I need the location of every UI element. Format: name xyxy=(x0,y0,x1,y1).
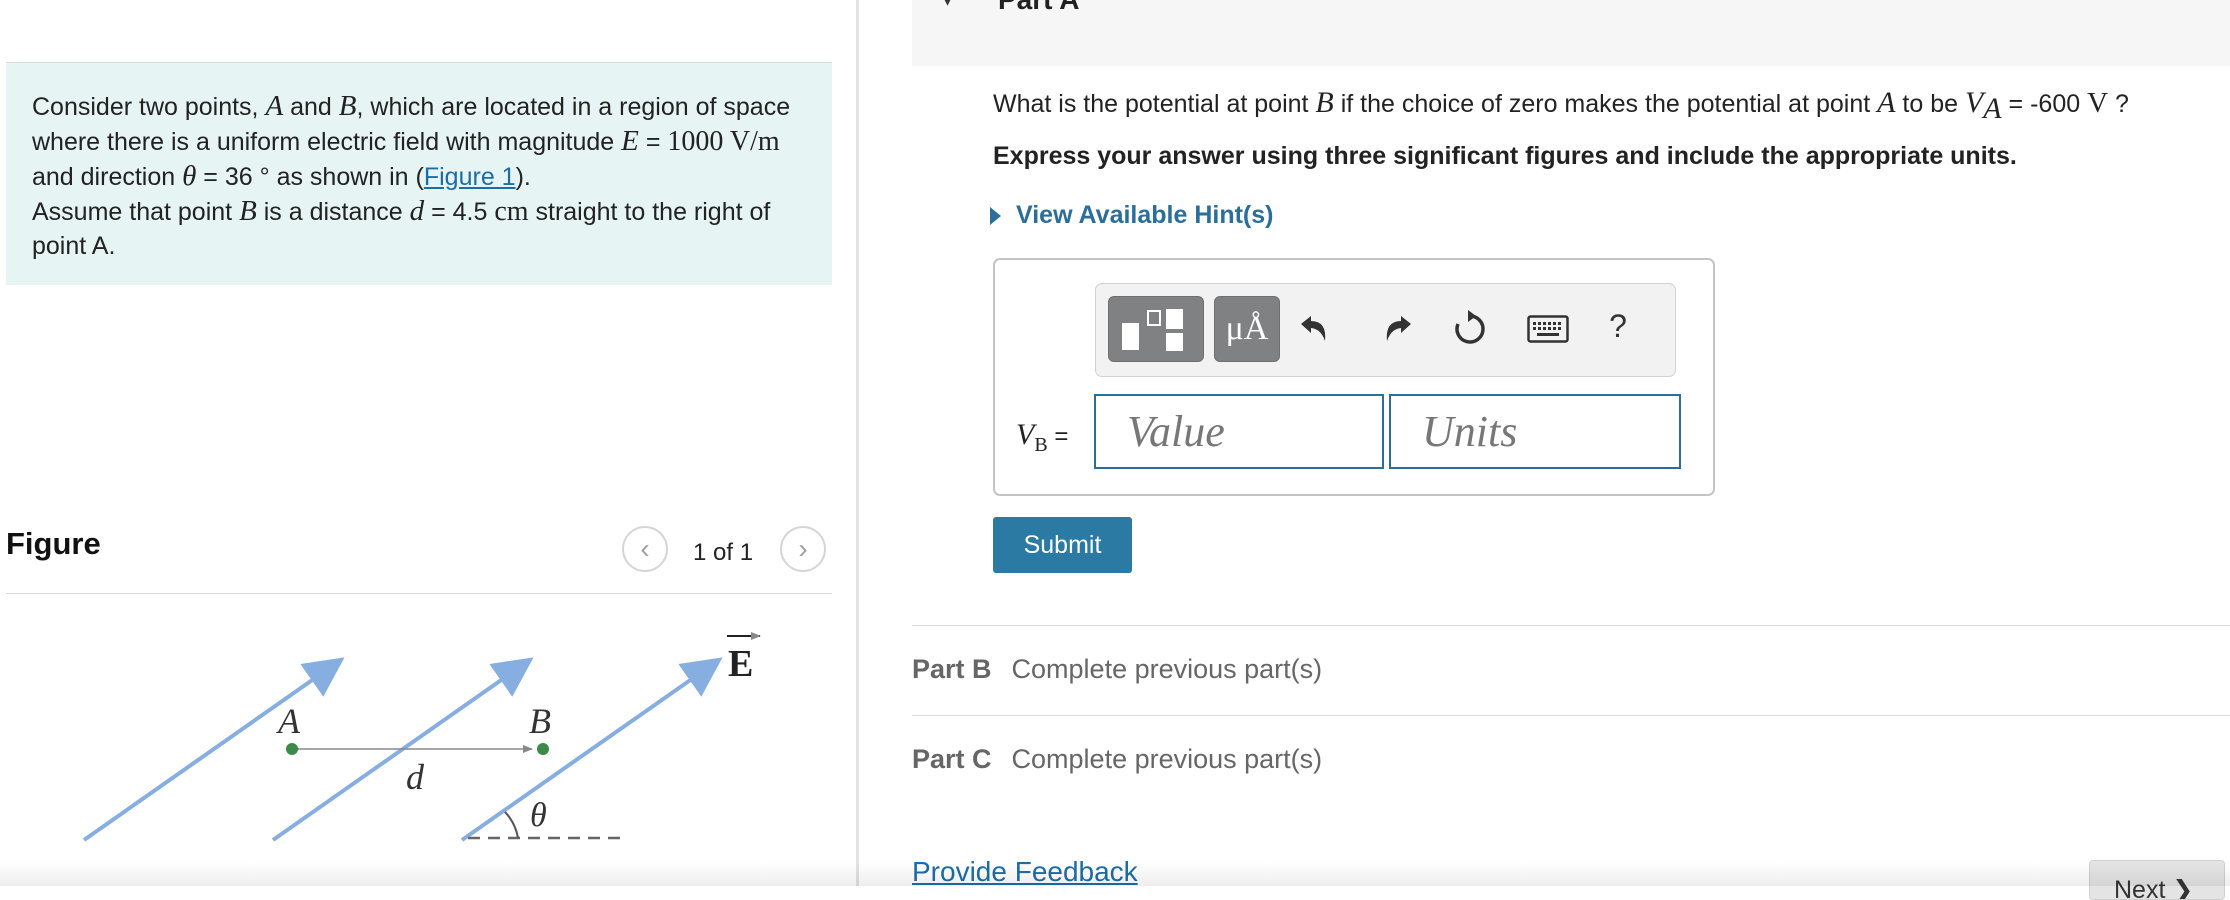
math-subscript: A xyxy=(1983,92,2002,125)
part-a-title: Part A xyxy=(998,0,1079,16)
math-symbol: E xyxy=(621,125,639,157)
part-status: Complete previous part(s) xyxy=(1011,654,1323,684)
problem-text: and direction xyxy=(32,163,183,191)
math-symbol: A xyxy=(1877,86,1896,119)
point-a xyxy=(286,743,298,755)
templates-button[interactable] xyxy=(1108,296,1204,362)
problem-statement: Consider two points, A and B, which are … xyxy=(6,63,832,285)
caret-right-icon xyxy=(990,206,1001,225)
chevron-down-icon: ▾ xyxy=(942,0,953,12)
angle-arc xyxy=(504,811,519,839)
math-symbol: B xyxy=(338,90,357,122)
point-b xyxy=(537,743,549,755)
figure-link[interactable]: Figure 1 xyxy=(424,163,516,191)
divider xyxy=(912,625,2230,626)
part-c-row[interactable]: Part C Complete previous part(s) xyxy=(912,744,1322,775)
field-line xyxy=(271,657,534,842)
submit-button[interactable]: Submit xyxy=(993,517,1132,573)
next-button[interactable]: Next ❯ xyxy=(2089,860,2225,900)
math-symbol: V xyxy=(1016,418,1035,451)
part-label: Part B xyxy=(912,654,992,684)
problem-text: and xyxy=(283,93,339,121)
part-status: Complete previous part(s) xyxy=(1011,744,1323,774)
undo-icon[interactable] xyxy=(1293,307,1337,351)
math-subscript: B xyxy=(1034,434,1048,456)
label-b: B xyxy=(529,701,551,741)
figure-header: Figure ‹ 1 of 1 › xyxy=(6,526,832,594)
math-symbol: A xyxy=(265,90,284,122)
math-value: = 4.5 xyxy=(424,198,495,226)
answer-box: μÅ ? VB = xyxy=(993,258,1715,496)
keyboard-icon[interactable] xyxy=(1526,307,1570,351)
question-fragment: to be xyxy=(1895,90,1965,118)
previous-figure-button[interactable]: ‹ xyxy=(622,526,668,572)
math-symbol: B xyxy=(239,195,257,227)
templates-icon xyxy=(1122,309,1183,351)
problem-text: is a distance xyxy=(256,198,410,226)
problem-text: ). xyxy=(515,163,531,191)
math-equals: = xyxy=(1047,423,1069,450)
label-a: A xyxy=(276,701,301,741)
problem-text: Consider two points, xyxy=(32,93,266,121)
chevron-left-icon: ‹ xyxy=(640,533,650,564)
units-button[interactable]: μÅ xyxy=(1214,296,1280,362)
question-fragment: ? xyxy=(2108,90,2129,118)
math-value: = 36 ° xyxy=(196,163,277,191)
math-unit: V/m xyxy=(729,126,780,157)
math-value: 1000 xyxy=(667,126,730,157)
label-e: E xyxy=(728,643,753,685)
next-figure-button[interactable]: › xyxy=(780,526,826,572)
math-symbol: V xyxy=(1964,86,1984,119)
field-line xyxy=(82,657,345,842)
math-toolbar: μÅ ? xyxy=(1095,283,1676,377)
answer-variable-label: VB = xyxy=(1016,418,1068,457)
math-unit: cm xyxy=(494,196,529,227)
part-b-row[interactable]: Part B Complete previous part(s) xyxy=(912,654,1322,685)
part-label: Part C xyxy=(912,744,992,774)
figure-counter: 1 of 1 xyxy=(693,539,754,566)
redo-icon[interactable] xyxy=(1375,307,1419,351)
question-fragment: = -600 xyxy=(2001,90,2088,118)
electric-field-figure: A B d θ E xyxy=(82,632,761,842)
math-symbol: B xyxy=(1315,86,1334,119)
math-symbol: θ xyxy=(182,160,197,192)
label-theta: θ xyxy=(530,797,547,834)
pane-divider[interactable] xyxy=(856,0,859,886)
question-fragment: What is the potential at point xyxy=(993,90,1316,118)
value-input[interactable] xyxy=(1094,394,1384,469)
provide-feedback-link[interactable]: Provide Feedback xyxy=(912,856,1138,888)
problem-text: = xyxy=(638,128,668,156)
answer-instructions: Express your answer using three signific… xyxy=(993,142,2017,170)
chevron-right-icon: › xyxy=(798,533,808,564)
divider xyxy=(912,715,2230,716)
figure-title: Figure xyxy=(6,526,101,561)
units-icon: μÅ xyxy=(1225,310,1269,347)
view-hints-toggle[interactable]: View Available Hint(s) xyxy=(990,201,1273,230)
help-icon[interactable]: ? xyxy=(1596,304,1640,348)
field-line xyxy=(460,657,723,842)
question-text: What is the potential at point B if the … xyxy=(993,86,2129,126)
part-a-header[interactable]: ▾ Part A xyxy=(912,0,2230,66)
label-d: d xyxy=(406,757,425,797)
math-unit: V xyxy=(2087,87,2109,119)
units-input[interactable] xyxy=(1389,394,1681,469)
reset-icon[interactable] xyxy=(1448,307,1492,351)
hint-label: View Available Hint(s) xyxy=(1016,201,1274,229)
problem-text: Assume that point xyxy=(32,198,240,226)
math-symbol: d xyxy=(409,195,425,227)
question-fragment: if the choice of zero makes the potentia… xyxy=(1333,90,1878,118)
left-pane: Consider two points, A and B, which are … xyxy=(0,0,859,886)
divider xyxy=(6,593,832,594)
problem-text: as shown in ( xyxy=(276,163,424,191)
